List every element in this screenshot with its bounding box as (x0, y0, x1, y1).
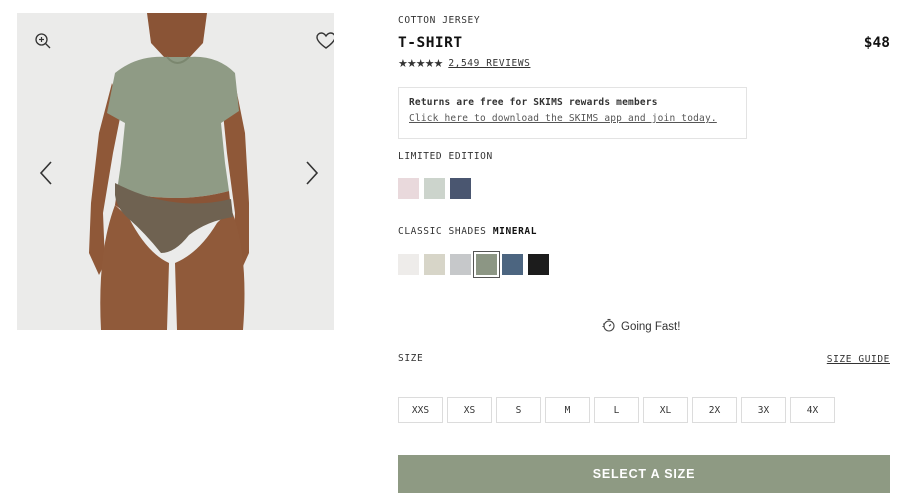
classic-shade-swatch[interactable] (528, 254, 549, 275)
size-option-xl[interactable]: XL (643, 397, 688, 423)
classic-shade-swatch[interactable] (398, 254, 419, 275)
size-option-3x[interactable]: 3X (741, 397, 786, 423)
rating-stars: ★★★★★ (398, 57, 443, 70)
product-rating: ★★★★★ 2,549 REVIEWS (398, 57, 530, 70)
size-label: SIZE (398, 353, 424, 364)
stock-status-text: Going Fast! (621, 320, 681, 333)
product-photo (17, 13, 334, 330)
zoom-in-icon[interactable] (31, 29, 55, 53)
chevron-right-icon[interactable] (297, 153, 327, 193)
classic-shade-swatch[interactable] (473, 251, 500, 278)
rewards-promo-box: Returns are free for SKIMS rewards membe… (398, 87, 747, 139)
classic-shades-swatches (398, 251, 549, 278)
classic-shades-label: CLASSIC SHADES MINERAL (398, 226, 537, 237)
size-selector: XXS XS S M L XL 2X 3X 4X (398, 397, 835, 423)
classic-shade-swatch[interactable] (502, 254, 523, 275)
size-option-xxs[interactable]: XXS (398, 397, 443, 423)
classic-shades-title: CLASSIC SHADES (398, 226, 487, 237)
stock-status: Going Fast! (602, 318, 680, 335)
product-image-gallery[interactable] (17, 13, 334, 330)
classic-shade-swatch[interactable] (450, 254, 471, 275)
limited-edition-swatch[interactable] (450, 178, 471, 199)
heart-icon[interactable] (313, 29, 334, 53)
size-option-s[interactable]: S (496, 397, 541, 423)
limited-edition-swatches (398, 178, 471, 199)
reviews-link[interactable]: 2,549 REVIEWS (448, 58, 530, 69)
size-guide-link[interactable]: SIZE GUIDE (827, 354, 890, 365)
selected-shade-name: MINERAL (492, 226, 538, 237)
product-title: T-SHIRT (398, 35, 463, 51)
size-option-m[interactable]: M (545, 397, 590, 423)
promo-title: Returns are free for SKIMS rewards membe… (409, 97, 658, 108)
size-option-xs[interactable]: XS (447, 397, 492, 423)
select-size-button[interactable]: SELECT A SIZE (398, 455, 890, 493)
product-price: $48 (863, 35, 890, 51)
size-option-4x[interactable]: 4X (790, 397, 835, 423)
stopwatch-icon (602, 318, 616, 335)
classic-shade-swatch[interactable] (424, 254, 445, 275)
size-option-2x[interactable]: 2X (692, 397, 737, 423)
size-option-l[interactable]: L (594, 397, 639, 423)
limited-edition-label: LIMITED EDITION (398, 151, 493, 162)
chevron-left-icon[interactable] (31, 153, 61, 193)
product-category: COTTON JERSEY (398, 15, 481, 26)
limited-edition-swatch[interactable] (424, 178, 445, 199)
product-info-panel: COTTON JERSEY T-SHIRT $48 ★★★★★ 2,549 RE… (398, 0, 890, 502)
download-app-link[interactable]: Click here to download the SKIMS app and… (409, 113, 736, 124)
limited-edition-swatch[interactable] (398, 178, 419, 199)
